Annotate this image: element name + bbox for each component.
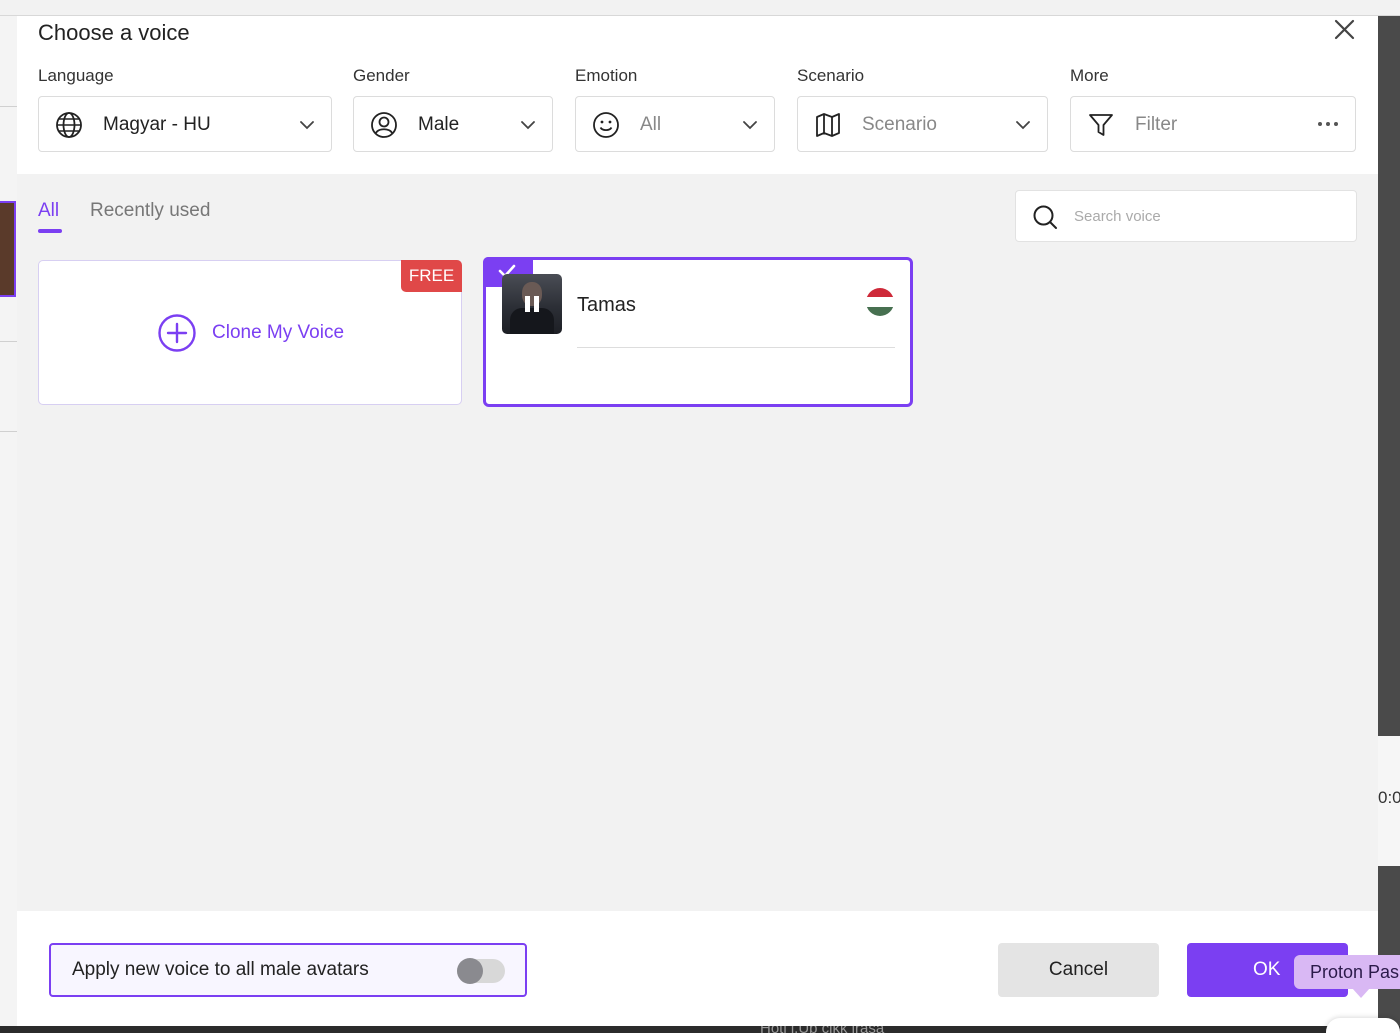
search-input[interactable] — [1074, 201, 1344, 231]
background-time-fragment: 0:0 — [1378, 788, 1400, 807]
voice-avatar[interactable] — [502, 274, 562, 334]
apply-to-all-option: Apply new voice to all male avatars — [49, 943, 527, 997]
emotion-value: All — [640, 114, 662, 135]
dialog-title: Choose a voice — [38, 20, 190, 45]
active-tab-indicator — [38, 229, 62, 233]
apply-to-all-label: Apply new voice to all male avatars — [72, 959, 369, 980]
user-circle-icon — [371, 112, 397, 138]
chevron-down-icon — [521, 121, 535, 130]
scenario-value: Scenario — [862, 114, 937, 135]
hungary-flag-icon — [866, 288, 894, 316]
background-app-bottom: Hotl i,Ub cikk irasa — [0, 1020, 1400, 1033]
background-app-right-panel: 0:0 — [1378, 16, 1400, 1033]
pause-icon — [524, 296, 540, 312]
more-dots-icon — [1318, 122, 1338, 126]
gender-label: Gender — [353, 66, 410, 85]
plus-circle-icon — [158, 314, 196, 352]
search-icon — [1033, 205, 1057, 229]
gender-select[interactable]: Male — [353, 96, 553, 152]
gender-value: Male — [418, 114, 460, 135]
chevron-down-icon — [1016, 121, 1030, 130]
background-divider — [0, 431, 18, 432]
language-value: Magyar - HU — [103, 114, 211, 135]
voice-card[interactable]: Tamas — [483, 257, 913, 407]
more-filter-value: Filter — [1135, 114, 1178, 135]
tab-all[interactable]: All — [38, 200, 59, 222]
smiley-icon — [593, 112, 619, 138]
background-app-header — [0, 0, 1400, 16]
voice-list-area: All Recently used FREE Clone My Voice — [17, 174, 1378, 911]
free-badge: FREE — [401, 260, 462, 292]
emotion-select[interactable]: All — [575, 96, 775, 152]
toggle-knob — [457, 958, 483, 984]
background-app-left-panel — [0, 16, 18, 1033]
scenario-label: Scenario — [797, 66, 865, 85]
tab-recently-used[interactable]: Recently used — [90, 200, 210, 222]
apply-to-all-toggle[interactable] — [457, 958, 505, 984]
search-box — [1015, 190, 1357, 242]
filter-icon — [1089, 114, 1113, 136]
clone-my-voice-card[interactable]: FREE Clone My Voice — [38, 260, 462, 405]
cancel-button[interactable]: Cancel — [998, 943, 1159, 997]
map-icon — [816, 113, 840, 137]
chevron-down-icon — [743, 121, 757, 130]
language-label: Language — [38, 66, 114, 85]
emotion-label: Emotion — [575, 66, 638, 85]
background-timeline-panel: 0:0 — [1378, 736, 1400, 866]
scenario-select[interactable]: Scenario — [797, 96, 1048, 152]
tooltip-tail — [1352, 988, 1370, 998]
more-filter-select[interactable]: Filter — [1070, 96, 1356, 152]
background-divider — [0, 341, 18, 342]
card-divider — [577, 347, 895, 348]
background-divider — [0, 106, 18, 107]
close-button[interactable] — [1327, 16, 1361, 46]
more-label: More — [1070, 66, 1109, 85]
chevron-down-icon — [300, 121, 314, 130]
choose-voice-dialog: Choose a voice Language Magyar - HU Gend… — [17, 16, 1378, 1026]
proton-pass-button[interactable] — [1326, 1018, 1400, 1033]
background-thumbnail — [0, 201, 16, 297]
globe-icon — [56, 112, 82, 138]
voice-name: Tamas — [577, 294, 636, 316]
ok-label: OK — [1253, 959, 1281, 980]
proton-pass-tooltip: Proton Pas — [1294, 955, 1400, 989]
language-select[interactable]: Magyar - HU — [38, 96, 332, 152]
close-icon — [1334, 19, 1355, 40]
clone-my-voice-label: Clone My Voice — [212, 322, 345, 343]
